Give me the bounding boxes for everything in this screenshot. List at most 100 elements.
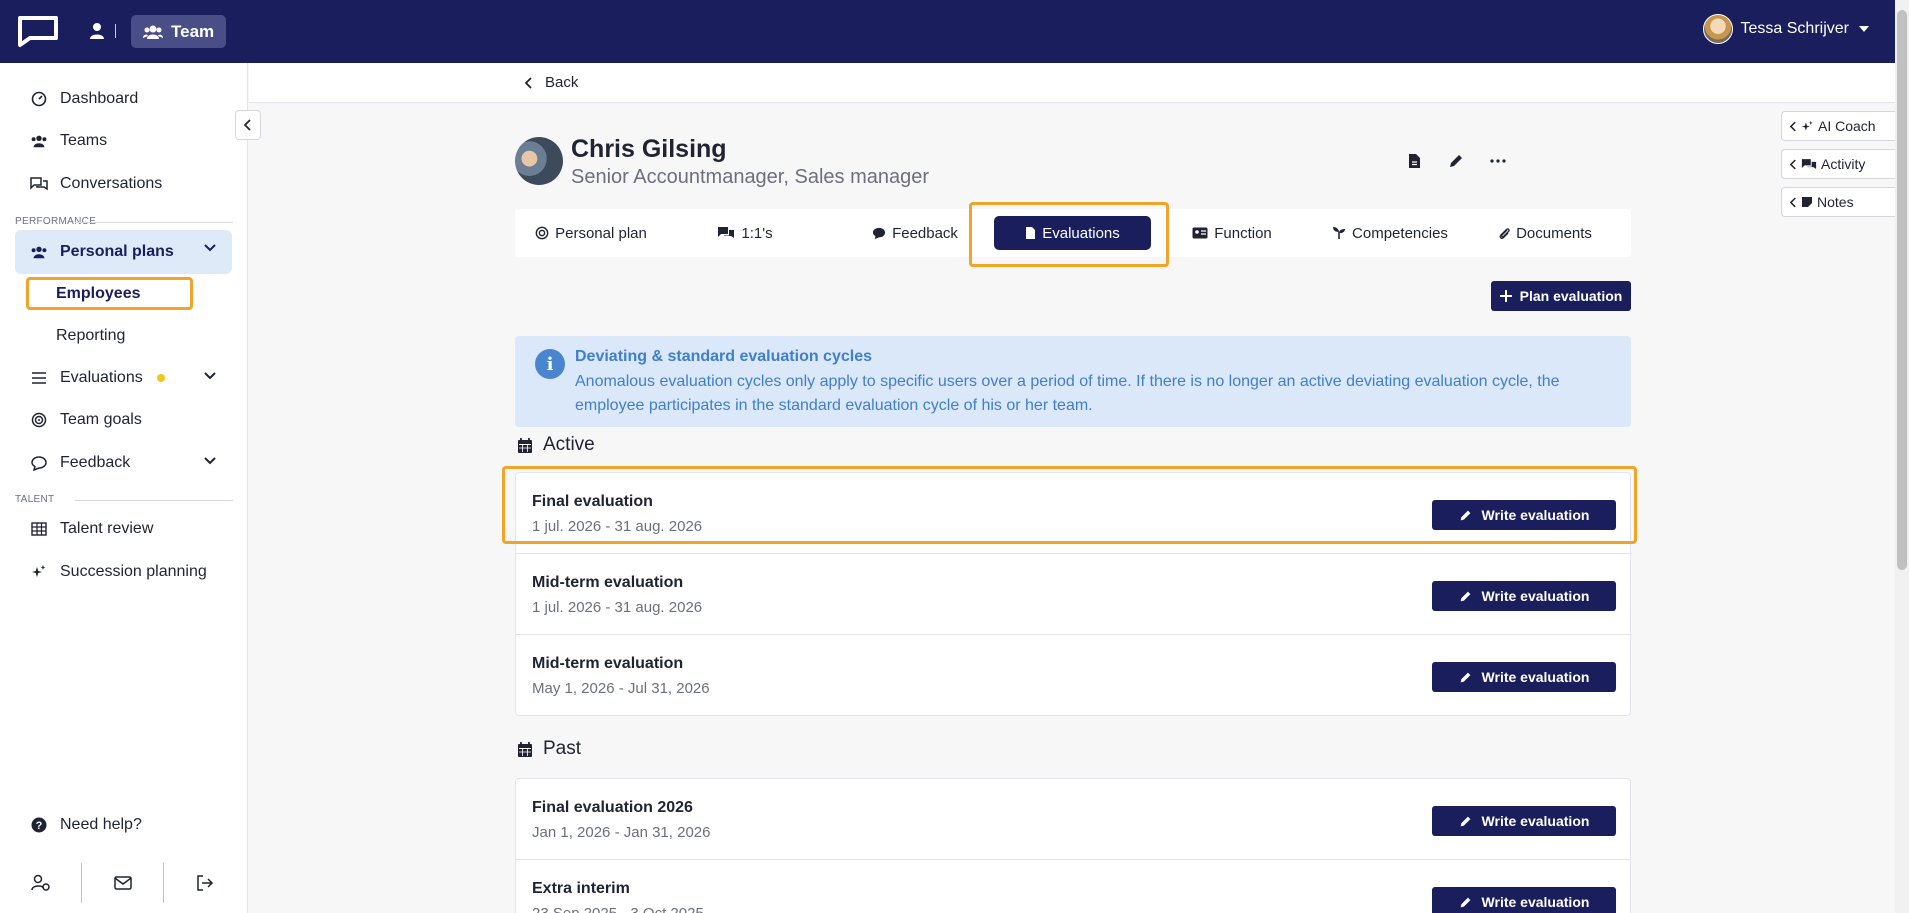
envelope-icon	[113, 876, 132, 890]
active-heading-label: Active	[543, 434, 595, 455]
avatar	[515, 137, 563, 185]
evaluation-dates: 23 Sep 2025 - 3 Oct 2025	[532, 905, 704, 913]
sidebar-item-teams[interactable]: Teams	[15, 121, 232, 161]
back-link[interactable]: Back	[525, 74, 578, 91]
sidebar-item-personal-plans[interactable]: Personal plans	[15, 230, 232, 274]
write-evaluation-button[interactable]: Write evaluation	[1432, 581, 1616, 611]
evaluations-tab-highlight	[969, 202, 1169, 267]
side-tab-activity[interactable]: Activity	[1781, 149, 1895, 179]
app-logo[interactable]	[14, 14, 60, 48]
section-performance: PERFORMANCE	[15, 216, 233, 227]
logout-icon	[197, 875, 214, 891]
more-icon[interactable]	[1489, 152, 1507, 170]
chat-icon	[30, 175, 48, 193]
list-item: Extra interim 23 Sep 2025 - 3 Oct 2025 W…	[516, 860, 1630, 913]
write-evaluation-label: Write evaluation	[1481, 669, 1590, 685]
past-evaluations-list: Final evaluation 2026 Jan 1, 2026 - Jan …	[515, 778, 1631, 913]
collapse-sidebar-button[interactable]	[235, 110, 261, 140]
tab-documents[interactable]: Documents	[1497, 216, 1593, 250]
sidebar-item-label: Personal plans	[60, 243, 174, 260]
sidebar-item-team-goals[interactable]: Team goals	[15, 400, 232, 440]
tab-function[interactable]: Function	[1190, 216, 1274, 250]
tab-personal-plan[interactable]: Personal plan	[535, 216, 647, 250]
users-icon	[30, 132, 48, 150]
file-pdf-icon[interactable]	[1405, 152, 1423, 170]
profile-role: Senior Accountmanager, Sales manager	[571, 166, 929, 188]
sparkles-icon	[1801, 120, 1813, 131]
calendar-icon	[518, 437, 532, 453]
tab-label: Feedback	[892, 224, 958, 242]
tab-feedback[interactable]: Feedback	[870, 216, 960, 250]
write-evaluation-label: Write evaluation	[1481, 894, 1590, 910]
calendar-icon	[518, 741, 532, 757]
tab-label: Personal plan	[555, 224, 647, 242]
tab-competencies[interactable]: Competencies	[1330, 216, 1450, 250]
user-cog-icon	[30, 874, 50, 891]
user-menu[interactable]: Tessa Schrijver	[1702, 14, 1869, 44]
sidebar-item-feedback[interactable]: Feedback	[15, 443, 232, 483]
side-tab-ai-coach[interactable]: AI Coach	[1781, 111, 1895, 141]
svg-text:?: ?	[36, 820, 43, 832]
section-talent: TALENT	[15, 494, 233, 505]
user-settings-button[interactable]	[0, 863, 82, 903]
comment-icon	[872, 227, 886, 239]
sidebar-item-dashboard[interactable]: Dashboard	[15, 79, 232, 119]
id-card-icon	[1192, 227, 1208, 239]
top-bar: Team Tessa Schrijver	[0, 0, 1909, 63]
sidebar-subitem-employees[interactable]: Employees	[56, 285, 140, 303]
tab-label: Function	[1214, 224, 1272, 242]
evaluation-dates: 1 jul. 2026 - 31 aug. 2026	[532, 599, 703, 616]
scrollbar[interactable]	[1895, 0, 1909, 913]
pencil-icon	[1460, 672, 1470, 682]
plus-icon	[1499, 290, 1512, 302]
notification-dot	[156, 374, 165, 382]
chevron-left-icon	[1790, 197, 1796, 207]
sidebar-item-conversations[interactable]: Conversations	[15, 164, 232, 204]
sidebar-item-talent-review[interactable]: Talent review	[15, 509, 232, 549]
tab-one-on-ones[interactable]: 1:1's	[715, 216, 775, 250]
edit-icon[interactable]	[1447, 152, 1465, 170]
profile-name: Chris Gilsing	[571, 135, 727, 163]
sidebar-item-label: Talent review	[60, 520, 154, 537]
evaluation-title: Mid-term evaluation	[532, 655, 684, 672]
sidebar-item-succession-planning[interactable]: Succession planning	[15, 552, 232, 592]
side-tab-label: AI Coach	[1818, 118, 1876, 134]
gauge-icon	[30, 90, 48, 108]
tab-label: Documents	[1516, 224, 1592, 242]
info-text: Anomalous evaluation cycles only apply t…	[575, 373, 1560, 414]
comment-icon	[30, 454, 48, 472]
paperclip-icon	[1499, 228, 1510, 239]
chevron-left-icon	[1790, 159, 1796, 169]
chevron-left-icon	[1790, 121, 1796, 131]
write-evaluation-button[interactable]: Write evaluation	[1432, 887, 1616, 913]
caret-down-icon	[1859, 26, 1869, 32]
team-label: Team	[171, 21, 215, 41]
final-evaluation-highlight	[502, 466, 1637, 544]
sidebar-subitem-reporting[interactable]: Reporting	[56, 327, 125, 345]
plan-evaluation-button[interactable]: Plan evaluation	[1491, 281, 1631, 311]
chevron-left-icon	[244, 119, 251, 131]
sidebar-footer	[0, 853, 248, 913]
sidebar: Dashboard Teams Conversations PERFORMANC…	[0, 63, 248, 913]
need-help-link[interactable]: ? Need help?	[15, 805, 232, 845]
comments-icon	[1801, 158, 1817, 169]
avatar	[1702, 14, 1733, 44]
scrollbar-thumb[interactable]	[1897, 10, 1907, 570]
sidebar-item-label: Feedback	[60, 454, 131, 471]
sticky-note-icon	[1802, 197, 1812, 207]
logout-button[interactable]	[164, 863, 246, 903]
evaluation-title: Mid-term evaluation	[532, 574, 684, 591]
evaluation-title: Final evaluation 2026	[532, 799, 693, 816]
side-tab-notes[interactable]: Notes	[1781, 187, 1895, 217]
write-evaluation-button[interactable]: Write evaluation	[1432, 806, 1616, 836]
write-evaluation-button[interactable]: Write evaluation	[1432, 662, 1616, 692]
comments-icon	[718, 227, 735, 238]
list-icon	[30, 369, 48, 387]
team-button[interactable]: Team	[131, 15, 227, 48]
chevron-down-icon	[204, 457, 216, 465]
sidebar-item-evaluations[interactable]: Evaluations	[15, 358, 232, 398]
users-icon	[30, 243, 48, 261]
messages-button[interactable]	[82, 863, 164, 903]
user-icon[interactable]	[88, 20, 106, 42]
sidebar-item-label: Succession planning	[60, 563, 207, 580]
